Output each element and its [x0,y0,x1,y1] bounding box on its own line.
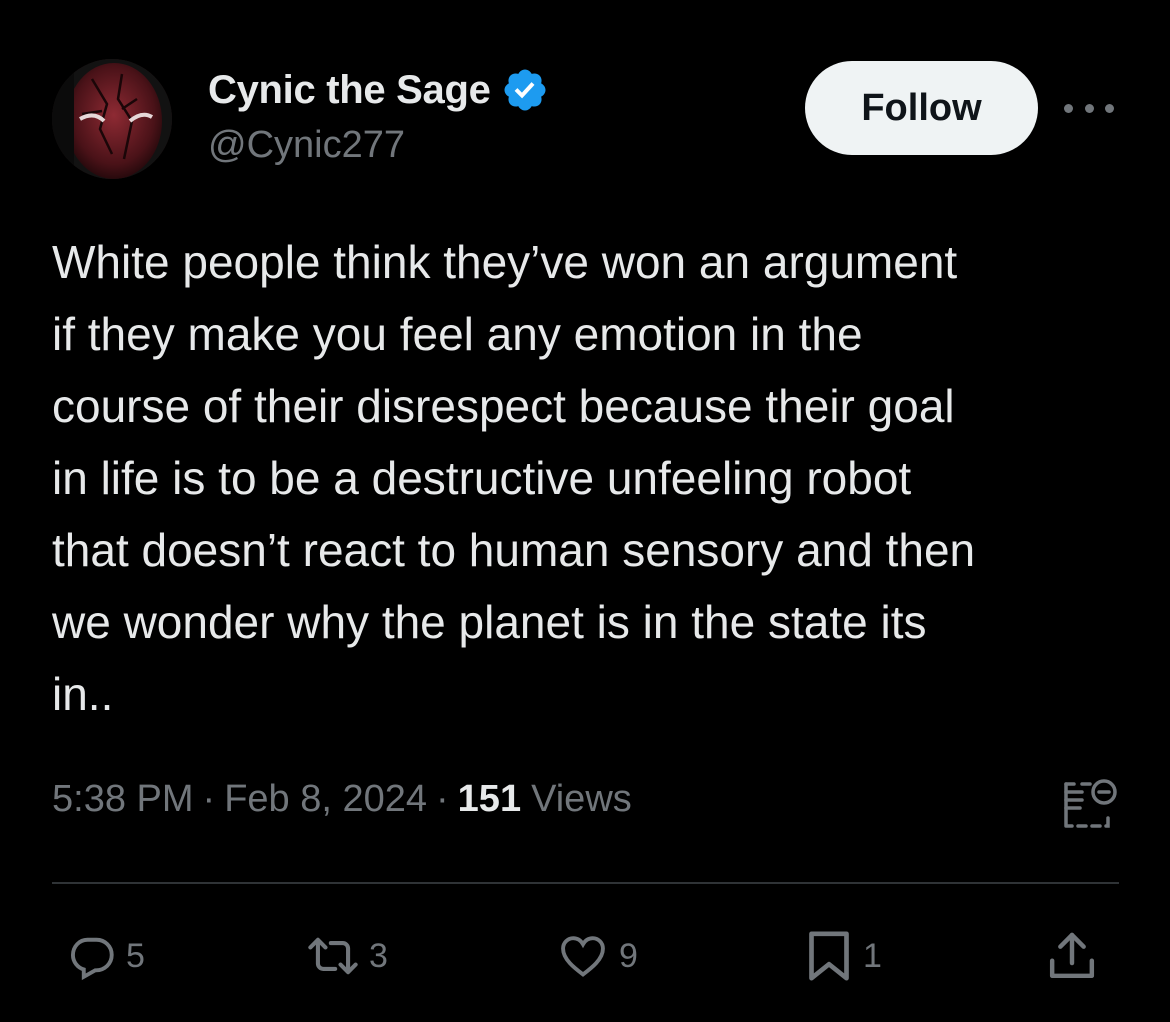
tweet-meta: 5:38 PM · Feb 8, 2024 · 151 Views [52,778,632,821]
tweet-text: White people think they’ve won an argume… [52,226,1132,730]
verified-badge-icon[interactable] [501,66,549,114]
divider [52,882,1119,884]
author-handle[interactable]: @Cynic277 [208,124,405,167]
bookmark-button[interactable]: 1 [803,926,882,986]
tweet-text-line: in.. [52,668,114,720]
avatar[interactable] [52,59,172,179]
repost-button[interactable]: 3 [305,926,388,986]
more-dot [1105,103,1114,113]
bookmark-icon [809,931,849,981]
share-button[interactable] [1044,926,1100,986]
display-name[interactable]: Cynic the Sage [208,68,491,113]
community-notes-icon[interactable] [1060,776,1120,832]
more-horizontal-icon[interactable] [1064,96,1114,120]
views-count: 151 [457,778,522,820]
heart-icon [561,936,605,977]
reply-icon [70,937,114,981]
views-label: Views [531,778,632,820]
like-button[interactable]: 9 [555,926,638,986]
author-name-row: Cynic the Sage [208,64,549,116]
tweet-date[interactable]: Feb 8, 2024 [224,778,427,821]
bookmark-count: 1 [863,936,882,975]
tweet-text-line: we wonder why the planet is in the state… [52,596,927,648]
tweet-text-line: if they make you feel any emotion in the [52,308,863,360]
share-icon [1049,932,1095,979]
tweet-text-line: White people think they’ve won an argume… [52,236,958,288]
like-count: 9 [619,936,638,975]
repost-count: 3 [369,936,388,975]
tweet-text-line: that doesn’t react to human sensory and … [52,524,976,576]
meta-separator: · [436,778,449,820]
tweet-text-line: in life is to be a destructive unfeeling… [52,452,912,504]
reply-count: 5 [126,936,145,975]
avatar-image [52,59,172,179]
more-dot [1064,103,1073,113]
tweet-text-line: course of their disrespect because their… [52,380,955,432]
reply-button[interactable]: 5 [66,926,145,986]
meta-separator: · [202,778,216,820]
repost-icon [308,937,358,975]
tweet-time[interactable]: 5:38 PM [52,778,194,821]
follow-button[interactable]: Follow [805,61,1038,155]
more-dot [1084,103,1094,113]
